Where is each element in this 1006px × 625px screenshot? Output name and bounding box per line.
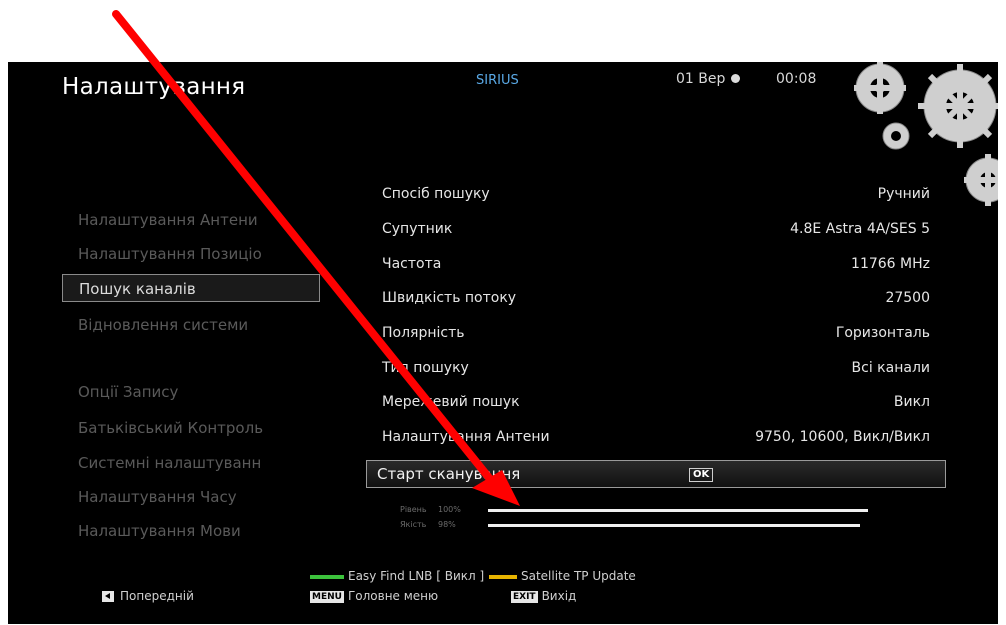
left-arrow-key-icon [102,591,114,602]
time-display: 00:08 [776,71,817,87]
setting-label: Супутник [382,221,453,237]
setting-value: 27500 [885,290,930,306]
date-text: 01 Вер [676,71,726,87]
green-key-icon [310,574,344,579]
setting-label: Спосіб пошуку [382,186,490,202]
setting-label: Тип пошуку [382,360,469,376]
setting-row-network-search[interactable]: Мережевий пошук Викл [380,394,930,418]
sidebar-item-parental-control[interactable]: Батьківський Контроль [62,414,320,442]
meter-name: Рівень [400,505,427,514]
setting-label: Швидкість потоку [382,290,517,306]
setting-value: Викл [893,394,930,410]
sidebar-item-channel-search[interactable]: Пошук каналів [62,274,320,302]
satellite-name: SIRIUS [476,73,519,88]
menu-key-icon: MENU [310,590,344,603]
setting-row-frequency[interactable]: Частота 11766 MHz [380,256,930,280]
sidebar-item-positioner-setup[interactable]: Налаштування Позиціо [62,240,320,268]
setting-row-search-mode[interactable]: Спосіб пошуку Ручний [380,186,930,210]
meter-fill [488,524,861,527]
meter-percent: 100% [438,505,461,514]
yellow-key-icon [489,574,517,579]
meter-name: Якість [400,520,427,529]
exit-key-icon: EXIT [511,590,538,603]
signal-quality-meter: Якість 98% [380,520,880,532]
sidebar-item-time-settings[interactable]: Налаштування Часу [62,483,320,511]
signal-level-meter: Рівень 100% [380,505,880,517]
setting-row-symbol-rate[interactable]: Швидкість потоку 27500 [380,290,930,314]
page-title: Налаштування [62,74,246,100]
setting-row-antenna-settings[interactable]: Налаштування Антени 9750, 10600, Викл/Ви… [380,429,930,453]
exit-label: Вихід [541,589,577,603]
green-key-label: Easy Find LNB [ Викл ] [348,569,485,583]
start-scan-button[interactable]: Старт сканування OK [366,460,946,488]
start-scan-label: Старт сканування [377,465,521,483]
meter-percent: 98% [438,520,456,529]
footer-menu-hint[interactable]: MENU Головне меню [310,589,438,603]
setting-row-satellite[interactable]: Супутник 4.8E Astra 4A/SES 5 [380,221,930,245]
setting-label: Полярність [382,325,465,341]
meter-track [488,524,868,527]
footer-previous-hint[interactable]: Попередній [102,589,194,603]
setting-value: 4.8E Astra 4A/SES 5 [790,221,930,237]
setting-value: 9750, 10600, Викл/Викл [755,429,930,445]
sidebar-item-record-options[interactable]: Опції Запису [62,378,320,406]
date-display: 01 Вер [676,71,741,87]
meter-track [488,509,868,512]
meter-fill [488,509,868,512]
sidebar-item-antenna-setup[interactable]: Налаштування Антени [62,206,320,234]
setting-label: Мережевий пошук [382,394,520,410]
yellow-key-label: Satellite TP Update [521,569,636,583]
setting-value: Ручний [877,186,930,202]
setting-value: 11766 MHz [851,256,930,272]
setting-value: Всі канали [851,360,930,376]
setting-value: Горизонталь [835,325,930,341]
setting-row-search-type[interactable]: Тип пошуку Всі канали [380,360,930,384]
menu-label: Головне меню [347,589,439,603]
setting-label: Частота [382,256,442,272]
ok-key-icon: OK [689,468,714,482]
footer-green-hint[interactable]: Easy Find LNB [ Викл ] [310,569,484,583]
clock-icon [731,73,741,83]
footer-exit-hint[interactable]: EXIT Вихід [511,589,576,603]
setting-label: Налаштування Антени [382,429,550,445]
sidebar-item-system-settings[interactable]: Системні налаштуванн [62,449,320,477]
previous-label: Попередній [120,589,194,603]
sidebar-item-system-restore[interactable]: Відновлення системи [62,311,320,339]
setting-row-polarity[interactable]: Полярність Горизонталь [380,325,930,349]
footer-yellow-hint[interactable]: Satellite TP Update [489,569,636,583]
sidebar-item-language-settings[interactable]: Налаштування Мови [62,517,320,545]
